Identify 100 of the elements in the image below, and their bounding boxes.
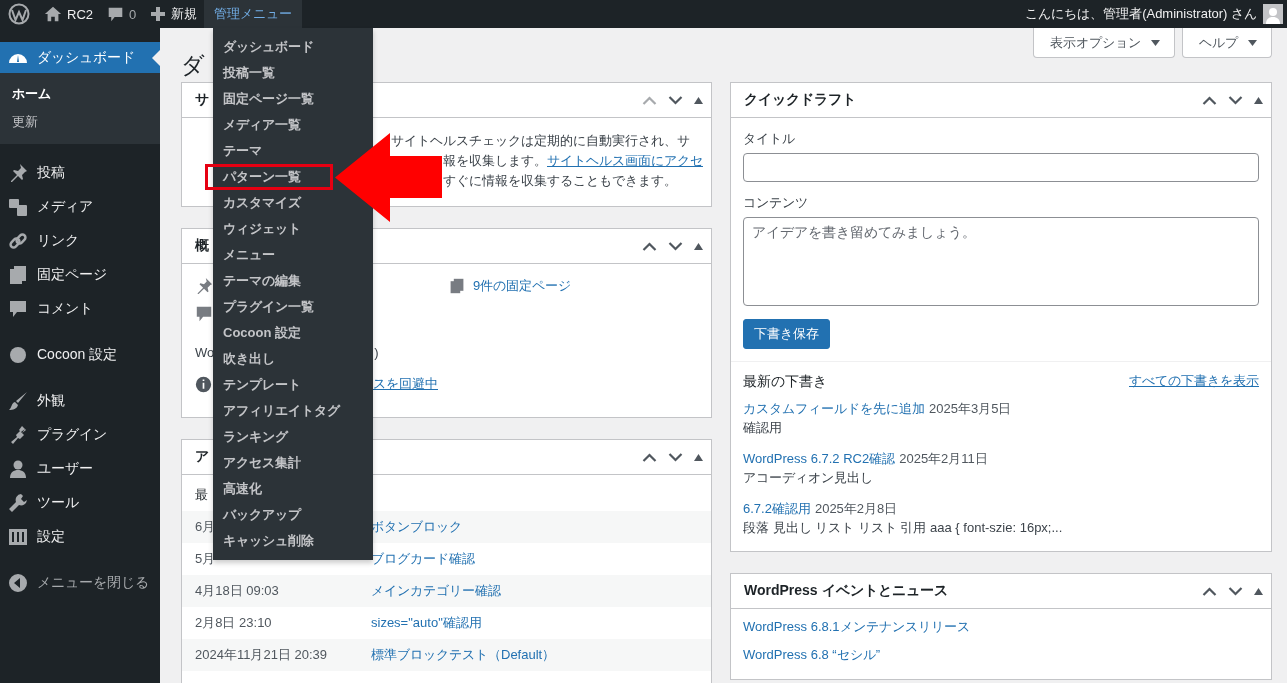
site-health-link[interactable]: サイトヘルス画面にアクセ — [547, 153, 703, 168]
post-link[interactable]: メインカテゴリー確認 — [371, 582, 501, 600]
dropdown-menu-item[interactable]: ダッシュボード — [213, 34, 324, 60]
news-link[interactable]: WordPress 6.8.1メンテナンスリリース — [743, 619, 970, 634]
field-label: タイトル — [743, 130, 796, 148]
info-icon — [195, 375, 212, 393]
chevron-down-icon[interactable] — [668, 241, 683, 251]
wrench-icon — [8, 493, 28, 513]
toggle-triangle-icon[interactable] — [1254, 96, 1263, 104]
chevron-up-icon[interactable] — [1202, 95, 1217, 105]
content-textarea-field[interactable]: アイデアを書き留めてみましょう。 — [743, 217, 1259, 306]
sidebar-menu-item[interactable]: ダッシュボード — [0, 42, 160, 73]
title-input-field[interactable] — [743, 153, 1259, 182]
dropdown-menu-item[interactable]: メニュー — [213, 242, 285, 268]
circle-icon — [8, 345, 28, 365]
screen-options-button[interactable]: 表示オプション — [1033, 28, 1175, 58]
section-heading: 最新の下書き — [743, 372, 827, 391]
pages-icon — [449, 278, 465, 294]
dropdown-menu-item[interactable]: 固定ページ一覧 — [213, 86, 324, 112]
chevron-down-icon[interactable] — [668, 95, 683, 105]
sidebar-menu-item[interactable]: 外観 — [0, 384, 160, 418]
sidebar-menu-item[interactable]: 投稿 — [0, 156, 160, 190]
pages-icon — [8, 265, 28, 285]
chevron-down-icon[interactable] — [668, 452, 683, 462]
draft-date: 2025年3月5日 — [929, 401, 1012, 416]
submenu-item[interactable]: 更新 — [0, 108, 160, 136]
pages-count-link[interactable]: 9件の固定ページ — [473, 277, 572, 295]
save-draft-button[interactable]: 下書き保存 — [743, 319, 830, 349]
sidebar-menu-item[interactable]: メニューを閉じる — [0, 566, 160, 600]
comments-link[interactable]: 0 — [100, 0, 144, 28]
site-name-link[interactable]: RC2 — [37, 0, 100, 28]
dropdown-menu-item[interactable]: Cocoon 設定 — [213, 320, 311, 346]
widget-title: サ — [195, 91, 209, 109]
sidebar-menu-item[interactable]: コメント — [0, 292, 160, 326]
widget-title: ア — [195, 448, 209, 466]
post-link[interactable]: sizes="auto"確認用 — [371, 614, 482, 632]
comment-icon — [8, 299, 28, 319]
sidebar-menu-item[interactable]: リンク — [0, 224, 160, 258]
section-heading: 最 — [195, 487, 208, 502]
sidebar-menu-item[interactable]: 固定ページ — [0, 258, 160, 292]
draft-excerpt: 段落 見出し リスト リスト 引用 aaa { font-szie: 16px;... — [743, 519, 1064, 537]
dropdown-menu-item[interactable]: アクセス集計 — [213, 450, 311, 476]
dropdown-menu-item[interactable]: カスタマイズ — [213, 190, 311, 216]
theme-text: ) — [374, 344, 379, 360]
admin-menu-link[interactable]: 管理メニュー — [204, 0, 303, 28]
dropdown-menu-item[interactable]: プラグイン一覧 — [213, 294, 324, 320]
caret-icon — [1151, 39, 1160, 46]
screen-options-button[interactable]: ヘルプ — [1182, 28, 1272, 58]
media-icon — [8, 197, 28, 217]
new-content-link[interactable]: 新規 — [143, 0, 205, 28]
news-link[interactable]: WordPress 6.8 “セシル” — [743, 647, 880, 662]
widget-title: クイックドラフト — [744, 91, 856, 109]
post-link[interactable]: ブログカード確認 — [371, 550, 475, 568]
post-date: 2024年11月21日 20:39 — [195, 646, 329, 664]
brush-icon — [8, 391, 28, 411]
sidebar-menu-item[interactable]: ユーザー — [0, 452, 160, 486]
dropdown-menu-item[interactable]: テーマの編集 — [213, 268, 311, 294]
chevron-up-icon[interactable] — [642, 241, 657, 251]
page-title: ダ — [181, 51, 205, 80]
sidebar-menu-item[interactable]: 設定 — [0, 520, 160, 554]
chevron-up-icon[interactable] — [642, 452, 657, 462]
dropdown-menu-item[interactable]: アフィリエイトタグ — [213, 398, 350, 424]
comment-icon — [107, 5, 124, 23]
draft-link[interactable]: 6.7.2確認用 — [743, 501, 811, 516]
sidebar-menu-item[interactable]: ツール — [0, 486, 160, 520]
widget-title: WordPress イベントとニュース — [744, 582, 948, 600]
sidebar-menu-item[interactable]: Cocoon 設定 — [0, 338, 160, 372]
plus-icon — [150, 6, 167, 22]
field-label: コンテンツ — [743, 194, 809, 212]
dropdown-menu-item[interactable]: テンプレート — [213, 372, 311, 398]
view-all-drafts-link[interactable]: すべての下書きを表示 — [1129, 371, 1259, 391]
notice-link[interactable]: スを回避中 — [373, 375, 438, 393]
toggle-triangle-icon[interactable] — [694, 96, 703, 104]
greeting-link[interactable]: こんにちは、管理者(Administrator) さん — [1025, 5, 1257, 23]
sidebar-menu-item[interactable]: メディア — [0, 190, 160, 224]
toggle-triangle-icon[interactable] — [1254, 587, 1263, 595]
submenu-item[interactable]: ホーム — [0, 80, 160, 108]
draft-link[interactable]: カスタムフィールドを先に追加 — [743, 401, 925, 416]
home-icon — [44, 5, 62, 23]
description-text: サイトヘルスチェックは定期的に自動実行され、サ — [391, 132, 691, 150]
dropdown-menu-item[interactable]: 吹き出し — [213, 346, 285, 372]
chevron-down-icon[interactable] — [1228, 586, 1243, 596]
dropdown-menu-item[interactable]: ウィジェット — [213, 216, 311, 242]
dropdown-menu-item[interactable]: テーマ — [213, 138, 272, 164]
logo-icon[interactable] — [8, 3, 30, 25]
widget-title: 概 — [195, 237, 209, 255]
chevron-down-icon[interactable] — [1228, 95, 1243, 105]
dropdown-menu-item[interactable]: 投稿一覧 — [213, 60, 285, 86]
dropdown-menu-item[interactable]: ランキング — [213, 424, 298, 450]
toggle-triangle-icon[interactable] — [694, 453, 703, 461]
draft-link[interactable]: WordPress 6.7.2 RC2確認 — [743, 451, 896, 466]
sidebar-menu-item[interactable]: プラグイン — [0, 418, 160, 452]
dropdown-menu-item[interactable]: パターン一覧 — [205, 164, 333, 190]
toggle-triangle-icon[interactable] — [694, 242, 703, 250]
pin-icon — [8, 163, 28, 183]
post-link[interactable]: 標準ブロックテスト（Default） — [371, 646, 556, 664]
post-link[interactable]: ボタンブロック — [371, 518, 462, 536]
chevron-up-icon[interactable] — [1202, 586, 1217, 596]
dropdown-menu-item[interactable]: 高速化 — [213, 476, 272, 502]
dropdown-menu-item[interactable]: メディア一覧 — [213, 112, 311, 138]
